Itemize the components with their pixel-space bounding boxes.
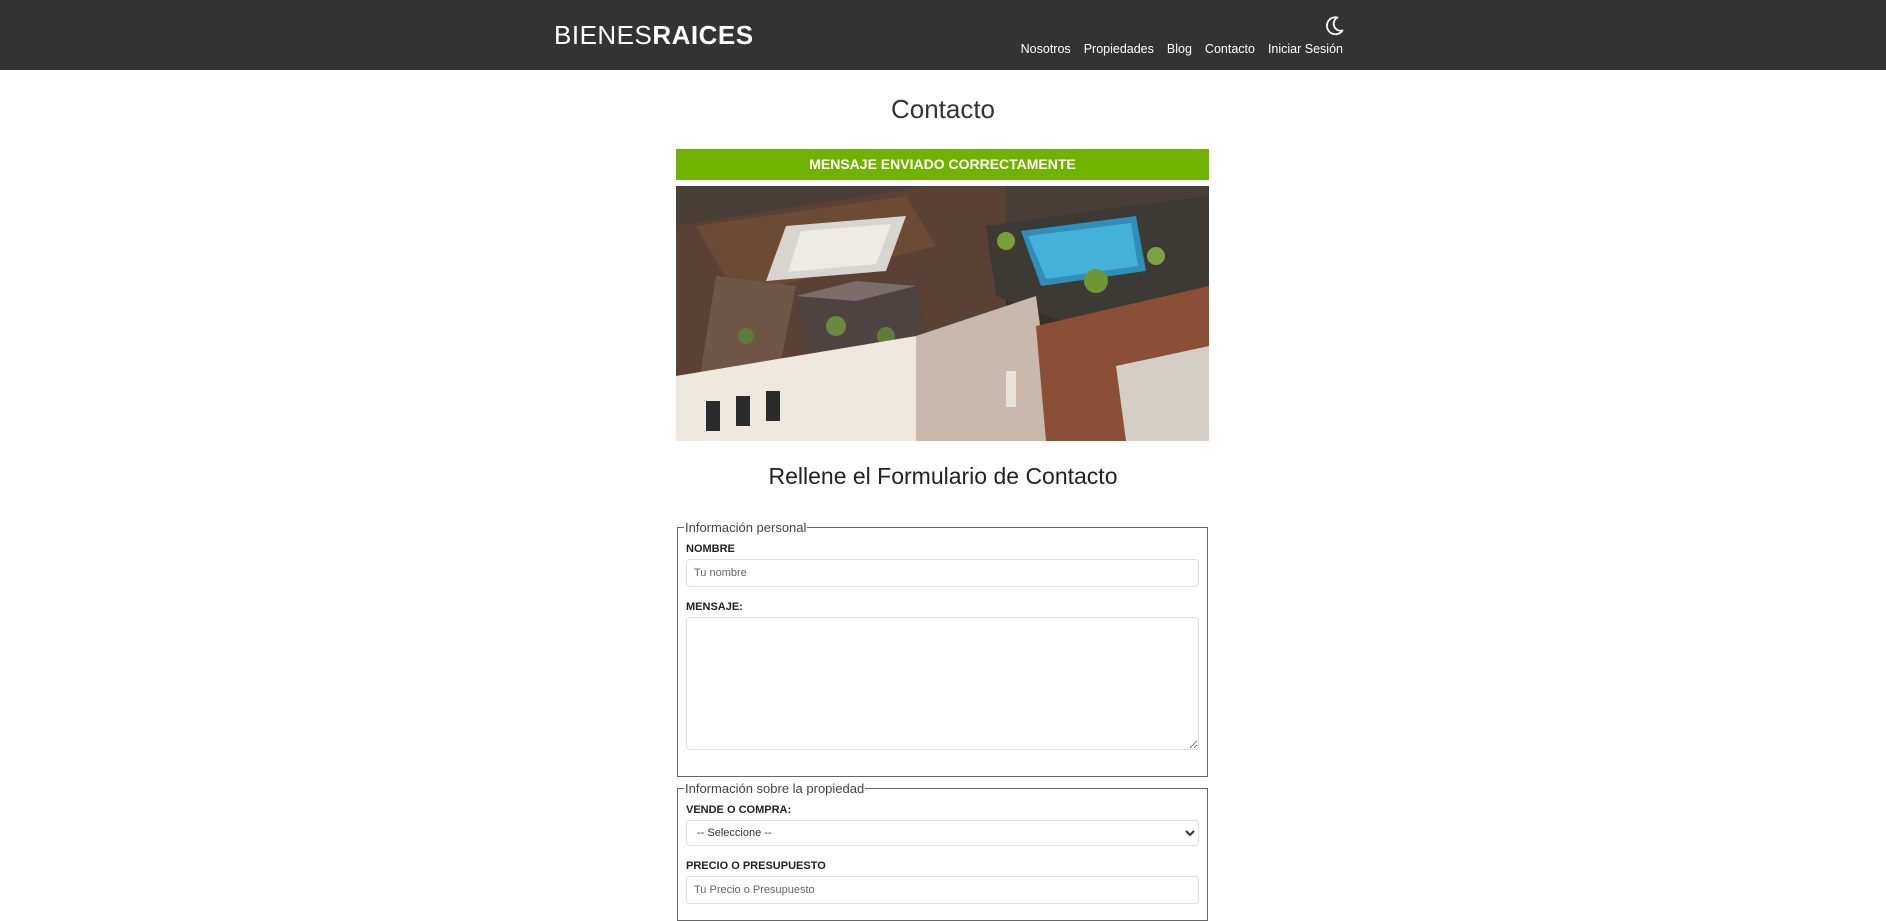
main-nav: Nosotros Propiedades Blog Contacto Inici… (1021, 42, 1343, 56)
success-alert: MENSAJE ENVIADO CORRECTAMENTE (676, 149, 1209, 180)
nav-link-nosotros[interactable]: Nosotros (1021, 42, 1071, 56)
nav-link-contacto[interactable]: Contacto (1205, 42, 1255, 56)
name-label: NOMBRE (686, 543, 735, 555)
message-textarea[interactable] (686, 617, 1199, 750)
rooftop-photo (676, 186, 1209, 441)
nav-link-iniciar-sesion[interactable]: Iniciar Sesión (1268, 42, 1343, 56)
site-header: BIENESRAICES Nosotros Propiedades Blog C… (0, 0, 1886, 70)
price-input[interactable] (686, 876, 1199, 904)
type-select[interactable]: -- Seleccione -- (686, 820, 1199, 846)
logo[interactable]: BIENESRAICES (554, 20, 754, 51)
form-title: Rellene el Formulario de Contacto (768, 463, 1118, 489)
type-label: VENDE O COMPRA: (686, 804, 792, 816)
personal-info-fieldset: Información personal NOMBRE MENSAJE: (677, 520, 1208, 777)
property-info-fieldset: Información sobre la propiedad VENDE O C… (677, 781, 1208, 921)
logo-bold-text: RAICES (652, 20, 754, 50)
page-title: Contacto (890, 94, 996, 124)
personal-info-legend: Información personal (685, 520, 807, 535)
logo-light-text: BIENES (554, 20, 653, 50)
property-info-legend: Información sobre la propiedad (685, 781, 865, 796)
price-label: PRECIO O PRESUPUESTO (686, 860, 826, 872)
name-input[interactable] (686, 559, 1199, 587)
moon-icon[interactable] (1322, 14, 1346, 38)
nav-link-propiedades[interactable]: Propiedades (1084, 42, 1154, 56)
nav-link-blog[interactable]: Blog (1167, 42, 1192, 56)
message-label: MENSAJE: (686, 601, 743, 613)
contact-image (676, 186, 1209, 441)
